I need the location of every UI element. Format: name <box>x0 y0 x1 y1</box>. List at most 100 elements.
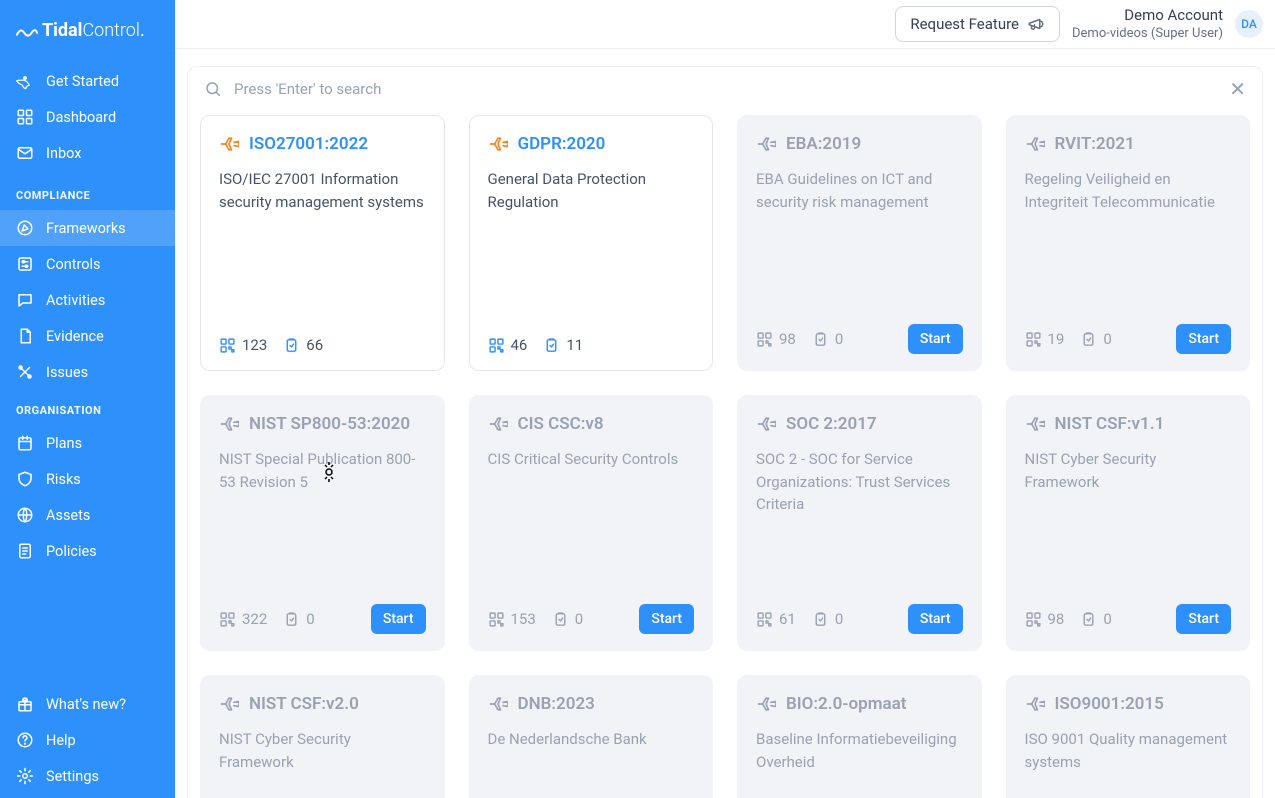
sidebar-item-label: Evidence <box>46 328 104 345</box>
sidebar-item-label: Get Started <box>46 73 119 90</box>
framework-card[interactable]: NIST SP800-53:2020NIST Special Publicati… <box>200 395 445 651</box>
framework-icon <box>1025 694 1045 714</box>
sidebar-item-frameworks[interactable]: Frameworks <box>0 210 175 246</box>
framework-title: EBA:2019 <box>786 134 861 154</box>
sidebar-item-settings[interactable]: Settings <box>0 758 175 794</box>
sidebar-item-plans[interactable]: Plans <box>0 425 175 461</box>
docs-count-icon <box>543 337 560 354</box>
account-info[interactable]: Demo Account Demo-videos (Super User) <box>1072 5 1223 43</box>
request-feature-button[interactable]: Request Feature <box>895 6 1060 42</box>
framework-card[interactable]: RVIT:2021 Regeling Veiligheid en Integrit… <box>1006 115 1251 371</box>
sidebar-item-policies[interactable]: Policies <box>0 533 175 569</box>
framework-description: Baseline Informatiebeveiliging Overheid <box>756 728 963 773</box>
sliders-icon <box>16 255 34 273</box>
docs-count-icon <box>283 337 300 354</box>
start-button[interactable]: Start <box>908 604 963 634</box>
calendar-icon <box>16 434 34 452</box>
framework-card[interactable]: SOC 2:2017SOC 2 - SOC for Service Organi… <box>737 395 982 651</box>
framework-description: NIST Cyber Security Framework <box>1025 448 1232 493</box>
help-icon <box>16 731 34 749</box>
sidebar-item-issues[interactable]: Issues <box>0 354 175 390</box>
docs-count: 11 <box>543 336 583 354</box>
controls-count: 153 <box>488 610 536 628</box>
framework-title: CIS CSC:v8 <box>518 414 604 434</box>
start-button[interactable]: Start <box>371 604 426 634</box>
controls-count-icon <box>488 337 505 354</box>
sidebar-item-label: Assets <box>46 507 90 524</box>
avatar[interactable]: DA <box>1235 10 1263 38</box>
controls-count-icon <box>1025 331 1042 348</box>
controls-count: 98 <box>1025 610 1065 628</box>
sidebar: TidalControl. Get StartedDashboardInbox … <box>0 0 175 798</box>
sidebar-item-risks[interactable]: Risks <box>0 461 175 497</box>
framework-card[interactable]: ISO9001:2015ISO 9001 Quality management … <box>1006 675 1251 798</box>
start-button[interactable]: Start <box>1176 324 1231 354</box>
framework-card[interactable]: BIO:2.0-opmaatBaseline Informatiebeveili… <box>737 675 982 798</box>
sidebar-item-evidence[interactable]: Evidence <box>0 318 175 354</box>
framework-description: ISO 9001 Quality management systems <box>1025 728 1232 773</box>
docs-count-icon <box>812 331 829 348</box>
sidebar-item-dashboard[interactable]: Dashboard <box>0 99 175 135</box>
framework-title: ISO27001:2022 <box>249 134 368 154</box>
controls-count-icon <box>219 337 236 354</box>
framework-icon <box>219 414 239 434</box>
framework-description: EBA Guidelines on ICT and security risk … <box>756 168 963 213</box>
start-button[interactable]: Start <box>908 324 963 354</box>
docs-count: 0 <box>283 610 314 628</box>
framework-card[interactable]: NIST CSF:v1.1NIST Cyber Security Framewo… <box>1006 395 1251 651</box>
controls-count: 322 <box>219 610 267 628</box>
sidebar-item-what-s-new-[interactable]: What's new? <box>0 686 175 722</box>
sidebar-item-label: Settings <box>46 768 99 785</box>
sidebar-item-label: Issues <box>46 364 88 381</box>
sidebar-item-label: Policies <box>46 543 97 560</box>
framework-card[interactable]: CIS CSC:v8 CIS Critical Security Controls… <box>469 395 714 651</box>
search-container: ✕ ISO27001:2022 ISO/IEC 27001 Information… <box>187 66 1263 798</box>
docs-count-icon <box>1080 331 1097 348</box>
gift-icon <box>16 695 34 713</box>
framework-title: RVIT:2021 <box>1055 134 1135 154</box>
docs-count: 0 <box>1080 330 1111 348</box>
controls-count-icon <box>756 331 773 348</box>
framework-description: SOC 2 - SOC for Service Organizations: T… <box>756 448 963 516</box>
sidebar-item-label: Controls <box>46 256 101 273</box>
sidebar-item-help[interactable]: Help <box>0 722 175 758</box>
sidebar-item-activities[interactable]: Activities <box>0 282 175 318</box>
mail-icon <box>16 144 34 162</box>
framework-description: NIST Special Publication 800-53 Revision… <box>219 448 426 493</box>
framework-card[interactable]: DNB:2023De Nederlandsche Bank <box>469 675 714 798</box>
tools-icon <box>16 363 34 381</box>
framework-card[interactable]: ISO27001:2022 ISO/IEC 27001 Information s… <box>200 115 445 371</box>
framework-card[interactable]: NIST CSF:v2.0NIST Cyber Security Framewo… <box>200 675 445 798</box>
start-button[interactable]: Start <box>1176 604 1231 634</box>
rocket-icon <box>16 72 34 90</box>
sidebar-item-label: Dashboard <box>46 109 116 126</box>
framework-icon <box>488 694 508 714</box>
sidebar-item-controls[interactable]: Controls <box>0 246 175 282</box>
docs-count: 0 <box>552 610 583 628</box>
sidebar-item-inbox[interactable]: Inbox <box>0 135 175 171</box>
brand-logo[interactable]: TidalControl. <box>0 12 175 59</box>
docs-count: 0 <box>812 610 843 628</box>
framework-description: ISO/IEC 27001 Information security manag… <box>219 168 426 213</box>
content-area: ✕ ISO27001:2022 ISO/IEC 27001 Information… <box>175 49 1275 798</box>
framework-card[interactable]: GDPR:2020General Data Protection Regulat… <box>469 115 714 371</box>
controls-count: 46 <box>488 336 528 354</box>
search-input[interactable] <box>234 80 1217 98</box>
controls-count-icon <box>488 611 505 628</box>
framework-description: Regeling Veiligheid en Integriteit Telec… <box>1025 168 1232 213</box>
start-button[interactable]: Start <box>639 604 694 634</box>
sidebar-item-get-started[interactable]: Get Started <box>0 63 175 99</box>
framework-description: CIS Critical Security Controls <box>488 448 695 471</box>
docs-count-icon <box>552 611 569 628</box>
sidebar-item-label: Plans <box>46 435 82 452</box>
framework-card[interactable]: EBA:2019 EBA Guidelines on ICT and securi… <box>737 115 982 371</box>
clear-search-icon[interactable]: ✕ <box>1229 79 1246 99</box>
sidebar-item-label: Activities <box>46 292 105 309</box>
framework-icon <box>219 134 239 154</box>
framework-description: De Nederlandsche Bank <box>488 728 695 751</box>
sidebar-item-assets[interactable]: Assets <box>0 497 175 533</box>
framework-description: NIST Cyber Security Framework <box>219 728 426 773</box>
gear-icon <box>16 767 34 785</box>
framework-icon <box>488 134 508 154</box>
chat-icon <box>16 291 34 309</box>
